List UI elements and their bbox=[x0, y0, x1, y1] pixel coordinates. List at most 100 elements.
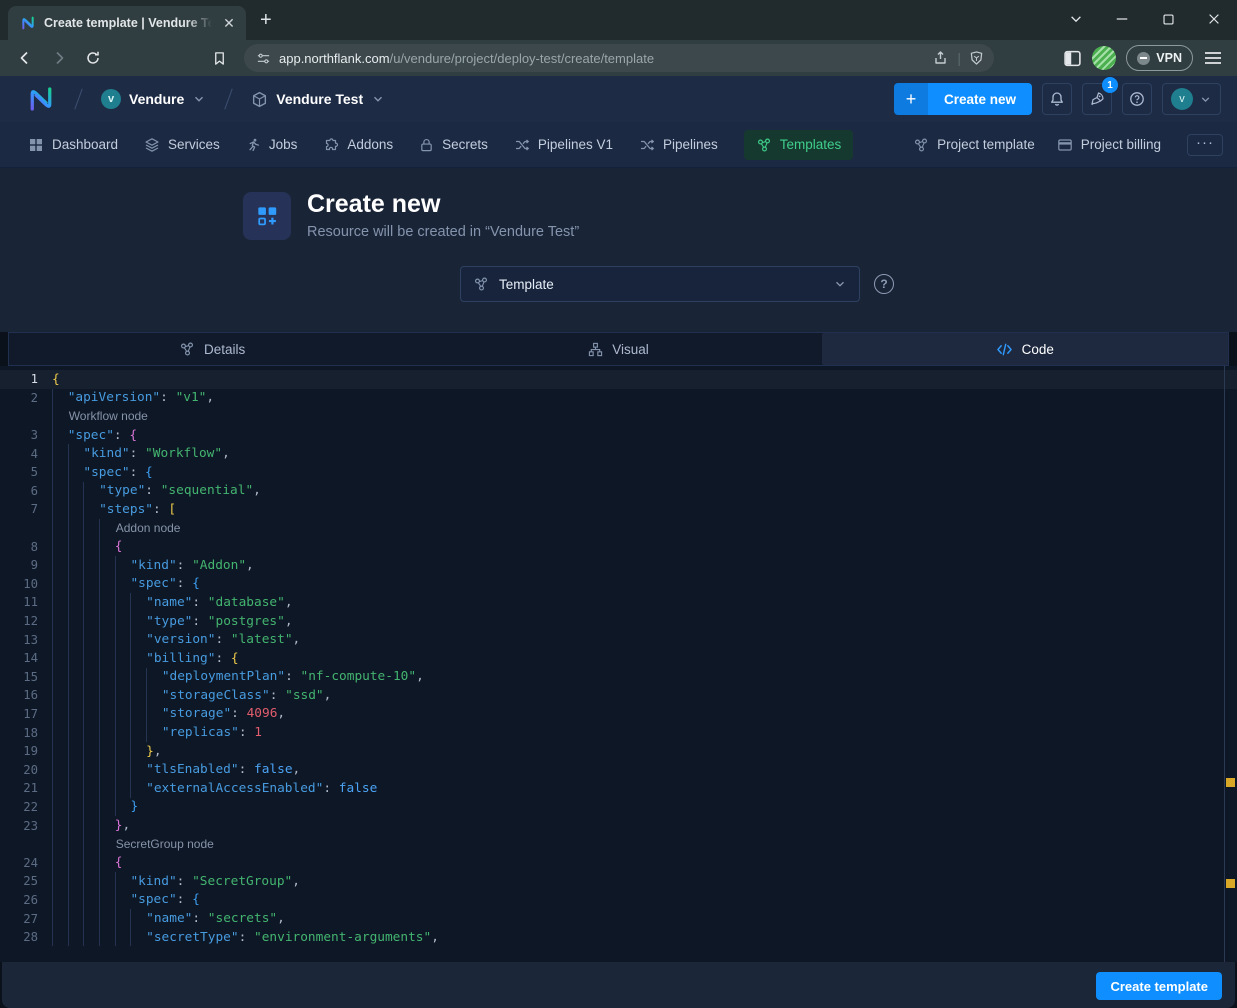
chevron-down-icon bbox=[833, 277, 847, 291]
line-number: 20 bbox=[0, 763, 52, 777]
site-settings-icon[interactable] bbox=[256, 51, 271, 66]
code-line: 14"billing": { bbox=[0, 649, 1237, 668]
reload-button[interactable] bbox=[78, 44, 108, 72]
line-number: 23 bbox=[0, 819, 52, 833]
code-line: 10"spec": { bbox=[0, 575, 1237, 594]
resource-type-select[interactable]: Template bbox=[460, 266, 860, 302]
line-number: 1 bbox=[0, 372, 52, 386]
nav-item-services[interactable]: Services bbox=[144, 137, 220, 153]
nav-more-button[interactable]: ··· bbox=[1187, 134, 1223, 156]
org-name: Vendure bbox=[129, 91, 184, 107]
code-line: 16"storageClass": "ssd", bbox=[0, 686, 1237, 705]
nav-item-dashboard[interactable]: Dashboard bbox=[28, 137, 118, 153]
resource-type-value: Template bbox=[499, 277, 823, 292]
line-number: 22 bbox=[0, 800, 52, 814]
nav-item-pipelines[interactable]: Pipelines bbox=[639, 137, 718, 153]
code-editor[interactable]: 1{2"apiVersion": "v1",Workflow node3"spe… bbox=[0, 366, 1237, 962]
browser-tab[interactable]: Create template | Vendure Test | ✕ bbox=[8, 6, 246, 40]
create-new-section: Create new Resource will be created in “… bbox=[0, 168, 1237, 332]
nav-item-label: Project template bbox=[937, 137, 1035, 152]
view-tab-code[interactable]: Code bbox=[822, 333, 1228, 365]
user-menu-button[interactable]: v bbox=[1162, 83, 1221, 115]
code-line: 24{ bbox=[0, 853, 1237, 872]
code-line: 5"spec": { bbox=[0, 463, 1237, 482]
user-avatar: v bbox=[1171, 88, 1193, 110]
tab-close-icon[interactable]: ✕ bbox=[220, 14, 238, 32]
nav-item-jobs[interactable]: Jobs bbox=[246, 137, 298, 153]
forward-button[interactable] bbox=[44, 44, 74, 72]
view-tab-visual[interactable]: Visual bbox=[415, 333, 821, 365]
project-name: Vendure Test bbox=[276, 91, 363, 107]
lock-icon bbox=[419, 137, 434, 153]
brave-shield-icon[interactable] bbox=[969, 50, 984, 66]
line-number: 15 bbox=[0, 670, 52, 684]
breadcrumb-org[interactable]: v Vendure bbox=[101, 89, 206, 109]
extension-avatar-icon[interactable] bbox=[1092, 46, 1116, 70]
code-line: 8{ bbox=[0, 537, 1237, 556]
nav-item-addons[interactable]: Addons bbox=[323, 137, 393, 153]
share-icon[interactable] bbox=[933, 50, 949, 66]
sidebar-icon[interactable] bbox=[1063, 49, 1082, 68]
line-number: 24 bbox=[0, 856, 52, 870]
line-number: 9 bbox=[0, 558, 52, 572]
code-annotation-row: Workflow node bbox=[0, 407, 1237, 426]
line-number: 6 bbox=[0, 484, 52, 498]
nav-item-label: Pipelines bbox=[663, 137, 718, 152]
breadcrumb-divider bbox=[74, 88, 82, 109]
chevron-down-icon bbox=[1199, 93, 1212, 106]
cube-icon bbox=[251, 91, 268, 108]
back-button[interactable] bbox=[10, 44, 40, 72]
nav-item-label: Templates bbox=[780, 137, 842, 152]
close-button[interactable] bbox=[1191, 0, 1237, 38]
code-line: 13"version": "latest", bbox=[0, 630, 1237, 649]
code-line: 18"replicas": 1 bbox=[0, 723, 1237, 742]
line-number: 11 bbox=[0, 595, 52, 609]
nav-item-project-billing[interactable]: Project billing bbox=[1057, 137, 1161, 153]
vpn-button[interactable]: VPN bbox=[1126, 45, 1193, 71]
molecule-icon bbox=[913, 137, 929, 153]
new-tab-button[interactable]: + bbox=[260, 9, 272, 32]
nav-item-label: Secrets bbox=[442, 137, 488, 152]
shuffle-icon bbox=[514, 137, 530, 153]
help-button[interactable] bbox=[1122, 83, 1152, 115]
view-tab-label: Code bbox=[1022, 342, 1054, 357]
code-line: 17"storage": 4096, bbox=[0, 705, 1237, 724]
nav-item-label: Pipelines V1 bbox=[538, 137, 613, 152]
line-number: 10 bbox=[0, 577, 52, 591]
nav-item-pipelines-v1[interactable]: Pipelines V1 bbox=[514, 137, 613, 153]
code-line: 1{ bbox=[0, 370, 1237, 389]
maximize-button[interactable] bbox=[1145, 0, 1191, 38]
code-line: 9"kind": "Addon", bbox=[0, 556, 1237, 575]
minimize-button[interactable] bbox=[1099, 0, 1145, 38]
overview-ruler[interactable] bbox=[1224, 366, 1237, 962]
code-icon bbox=[996, 342, 1013, 357]
node-annotation: Addon node bbox=[115, 521, 181, 535]
view-tab-details[interactable]: Details bbox=[9, 333, 415, 365]
breadcrumb-project[interactable]: Vendure Test bbox=[251, 91, 385, 108]
nav-item-project-template[interactable]: Project template bbox=[913, 137, 1035, 153]
help-circle-icon[interactable]: ? bbox=[874, 274, 894, 294]
tab-title: Create template | Vendure Test | bbox=[44, 16, 212, 30]
url-bar[interactable]: app.northflank.com/u/vendure/project/dep… bbox=[244, 44, 994, 72]
create-new-button[interactable]: + Create new bbox=[894, 83, 1032, 115]
bookmark-icon[interactable] bbox=[204, 44, 234, 72]
code-line: 23}, bbox=[0, 816, 1237, 835]
notifications-button[interactable] bbox=[1042, 83, 1072, 115]
browser-window: Create template | Vendure Test | ✕ + bbox=[0, 0, 1237, 1008]
northflank-logo-icon[interactable] bbox=[26, 84, 56, 114]
plus-icon[interactable]: + bbox=[894, 83, 928, 115]
nav-item-label: Services bbox=[168, 137, 220, 152]
whats-new-button[interactable]: 1 bbox=[1082, 83, 1112, 115]
menu-icon[interactable] bbox=[1203, 49, 1223, 67]
view-tab-bar: DetailsVisual Code bbox=[8, 332, 1229, 366]
nav-item-templates[interactable]: Templates bbox=[744, 130, 854, 160]
molecule-icon bbox=[756, 137, 772, 153]
url-text: app.northflank.com/u/vendure/project/dep… bbox=[279, 51, 925, 66]
code-line: 25"kind": "SecretGroup", bbox=[0, 872, 1237, 891]
node-annotation: Workflow node bbox=[68, 409, 148, 423]
create-template-button[interactable]: Create template bbox=[1096, 972, 1222, 1000]
line-number: 2 bbox=[0, 391, 52, 405]
nav-item-secrets[interactable]: Secrets bbox=[419, 137, 488, 153]
tab-search-icon[interactable] bbox=[1053, 0, 1099, 38]
puzzle-icon bbox=[323, 137, 339, 153]
